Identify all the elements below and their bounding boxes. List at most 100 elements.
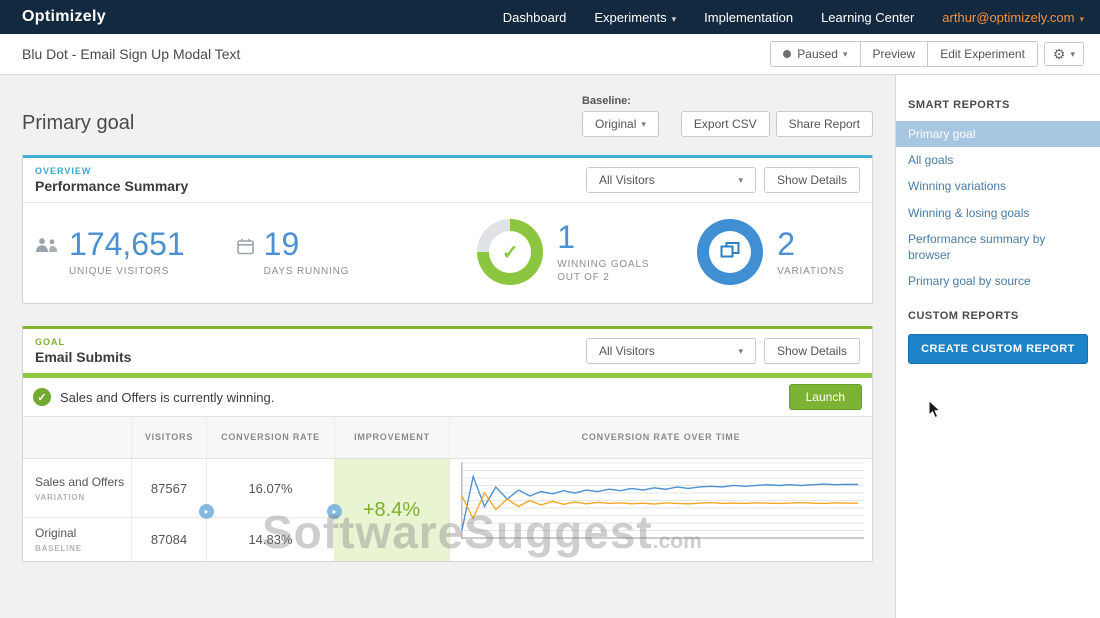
sidebar-item-all-goals[interactable]: All goals	[896, 147, 1100, 173]
winning-goals-stat: ✓ 1 WINNING GOALS OUT OF 2	[477, 219, 649, 285]
days-running-label: DAYS RUNNING	[263, 265, 350, 277]
baseline-label: Baseline:	[582, 95, 631, 107]
header-conversion-over-time: CONVERSION RATE OVER TIME	[449, 417, 872, 459]
sidebar-item-winning-variations[interactable]: Winning variations	[896, 173, 1100, 199]
variation-tag: VARIATION	[35, 492, 86, 502]
donut-inner	[709, 231, 752, 273]
smart-reports-header: SMART REPORTS	[908, 99, 1010, 111]
goal-controls: All Visitors ▾ Show Details	[585, 338, 860, 364]
people-icon	[35, 237, 59, 258]
play-icon: ▸	[204, 507, 209, 516]
nav-experiments-label: Experiments	[594, 9, 667, 25]
stat-text: 2 VARIATIONS	[777, 228, 844, 277]
preview-button[interactable]: Preview	[860, 41, 929, 67]
experiment-title: Blu Dot - Email Sign Up Modal Text	[22, 46, 241, 62]
stat-text: 19 DAYS RUNNING	[264, 228, 350, 277]
sidebar-item-primary-goal-by-source[interactable]: Primary goal by source	[896, 268, 1100, 294]
overview-card-header: OVERVIEW Performance Summary All Visitor…	[23, 158, 872, 202]
header-name-spacer	[23, 417, 131, 459]
overview-show-details-label: Show Details	[776, 173, 847, 187]
create-custom-report-button[interactable]: CREATE CUSTOM REPORT	[908, 334, 1088, 365]
nav-experiments[interactable]: Experiments ▾	[594, 10, 676, 25]
unique-visitors-stat: 174,651 UNIQUE VISITORS	[35, 228, 185, 277]
variation-rate: 16.07%	[206, 459, 334, 517]
conversion-chart	[449, 459, 872, 561]
sidebar-item-winning-losing-goals[interactable]: Winning & losing goals	[896, 200, 1100, 226]
nav-dashboard[interactable]: Dashboard	[503, 10, 567, 25]
variations-stat: 2 VARIATIONS	[697, 219, 844, 285]
calendar-icon	[236, 238, 254, 260]
gear-icon: ⚙	[1052, 46, 1066, 62]
account-email: arthur@optimizely.com	[942, 9, 1075, 25]
sidebar-item-performance-by-browser[interactable]: Performance summary by browser	[896, 226, 1100, 268]
winning-goals-donut: ✓	[477, 219, 544, 285]
goal-show-details-button[interactable]: Show Details	[763, 338, 860, 364]
conversion-chart-svg	[461, 462, 864, 539]
variation-visitors: 87567	[131, 459, 206, 517]
sidebar-item-primary-goal[interactable]: Primary goal	[896, 121, 1100, 148]
baseline-visitors: 87084	[131, 517, 206, 561]
expand-visitors-button[interactable]: ▸	[199, 504, 214, 519]
stat-text: 1 WINNING GOALS OUT OF 2	[557, 221, 649, 283]
chevron-down-icon: ▾	[671, 13, 677, 24]
stats-row: 174,651 UNIQUE VISITORS 19 DAYS RUNNING …	[23, 202, 872, 303]
share-report-label: Share Report	[788, 117, 860, 131]
stat-text: 174,651 UNIQUE VISITORS	[69, 228, 185, 277]
improvement-cell: +8.4%	[334, 459, 449, 561]
unique-visitors-value: 174,651	[69, 225, 185, 262]
overview-titles: OVERVIEW Performance Summary	[35, 166, 188, 194]
reports-sidebar: SMART REPORTS Primary goal All goals Win…	[895, 75, 1100, 618]
check-glyph: ✓	[37, 391, 47, 404]
nav-implementation[interactable]: Implementation	[704, 10, 793, 25]
chevron-down-icon: ▾	[641, 118, 646, 129]
overview-title: Performance Summary	[35, 178, 189, 194]
optimizely-logo[interactable]: Optimizely	[22, 8, 106, 26]
experiment-header: Blu Dot - Email Sign Up Modal Text Pause…	[0, 34, 1100, 75]
results-table: VISITORS CONVERSION RATE IMPROVEMENT CON…	[23, 417, 872, 561]
export-csv-label: Export CSV	[693, 117, 757, 131]
header-visitors: VISITORS	[131, 417, 206, 459]
days-running-value: 19	[263, 225, 300, 262]
experiment-button-group: Paused ▾ Preview Edit Experiment	[770, 41, 1038, 67]
baseline-name: Original	[35, 526, 77, 540]
winning-banner: ✓ Sales and Offers is currently winning.…	[23, 378, 872, 417]
nav-learning-center[interactable]: Learning Center	[821, 10, 914, 25]
paused-status-button[interactable]: Paused ▾	[770, 41, 861, 67]
share-report-button[interactable]: Share Report	[775, 111, 873, 137]
goal-kicker: GOAL	[35, 337, 65, 347]
expand-rate-button[interactable]: ▸	[327, 504, 342, 519]
variations-donut	[697, 219, 764, 285]
header-conversion-rate: CONVERSION RATE	[206, 417, 334, 459]
chevron-down-icon: ▾	[1079, 13, 1084, 24]
goal-segment-select[interactable]: All Visitors ▾	[585, 338, 756, 364]
overview-show-details-button[interactable]: Show Details	[763, 167, 860, 193]
export-csv-button[interactable]: Export CSV	[680, 111, 770, 137]
baseline-select[interactable]: Original ▾	[582, 111, 659, 137]
report-controls: Baseline: Original ▾ Export CSV Share Re…	[582, 95, 873, 137]
chevron-down-icon: ▾	[842, 48, 848, 59]
launch-button[interactable]: Launch	[788, 384, 862, 410]
unique-visitors-label: UNIQUE VISITORS	[69, 265, 170, 277]
winning-goals-sublabel: OUT OF 2	[557, 272, 610, 283]
chevron-down-icon: ▾	[738, 174, 743, 185]
overview-kicker: OVERVIEW	[35, 166, 92, 176]
settings-button[interactable]: ⚙ ▾	[1043, 42, 1084, 66]
winning-message: Sales and Offers is currently winning.	[60, 389, 275, 405]
page-title: Primary goal	[22, 112, 135, 134]
donut-inner: ✓	[489, 231, 532, 273]
check-icon: ✓	[33, 388, 51, 406]
overview-segment-select[interactable]: All Visitors ▾	[585, 167, 756, 193]
goal-title: Email Submits	[35, 349, 132, 365]
nav-dashboard-label: Dashboard	[502, 9, 567, 25]
preview-label: Preview	[872, 47, 916, 61]
baseline-rate: 14.83%	[206, 517, 334, 561]
account-menu[interactable]: arthur@optimizely.com ▾	[942, 10, 1084, 25]
baseline-tag: BASELINE	[35, 544, 82, 553]
performance-summary-card: OVERVIEW Performance Summary All Visitor…	[22, 155, 873, 304]
edit-experiment-button[interactable]: Edit Experiment	[928, 41, 1038, 67]
experiment-controls: Paused ▾ Preview Edit Experiment ⚙ ▾	[770, 41, 1084, 67]
days-running-stat: 19 DAYS RUNNING	[236, 228, 350, 277]
launch-label: Launch	[805, 390, 845, 404]
winning-goals-value: 1	[557, 219, 576, 255]
email-submits-goal-card: GOAL Email Submits All Visitors ▾ Show D…	[22, 326, 873, 562]
